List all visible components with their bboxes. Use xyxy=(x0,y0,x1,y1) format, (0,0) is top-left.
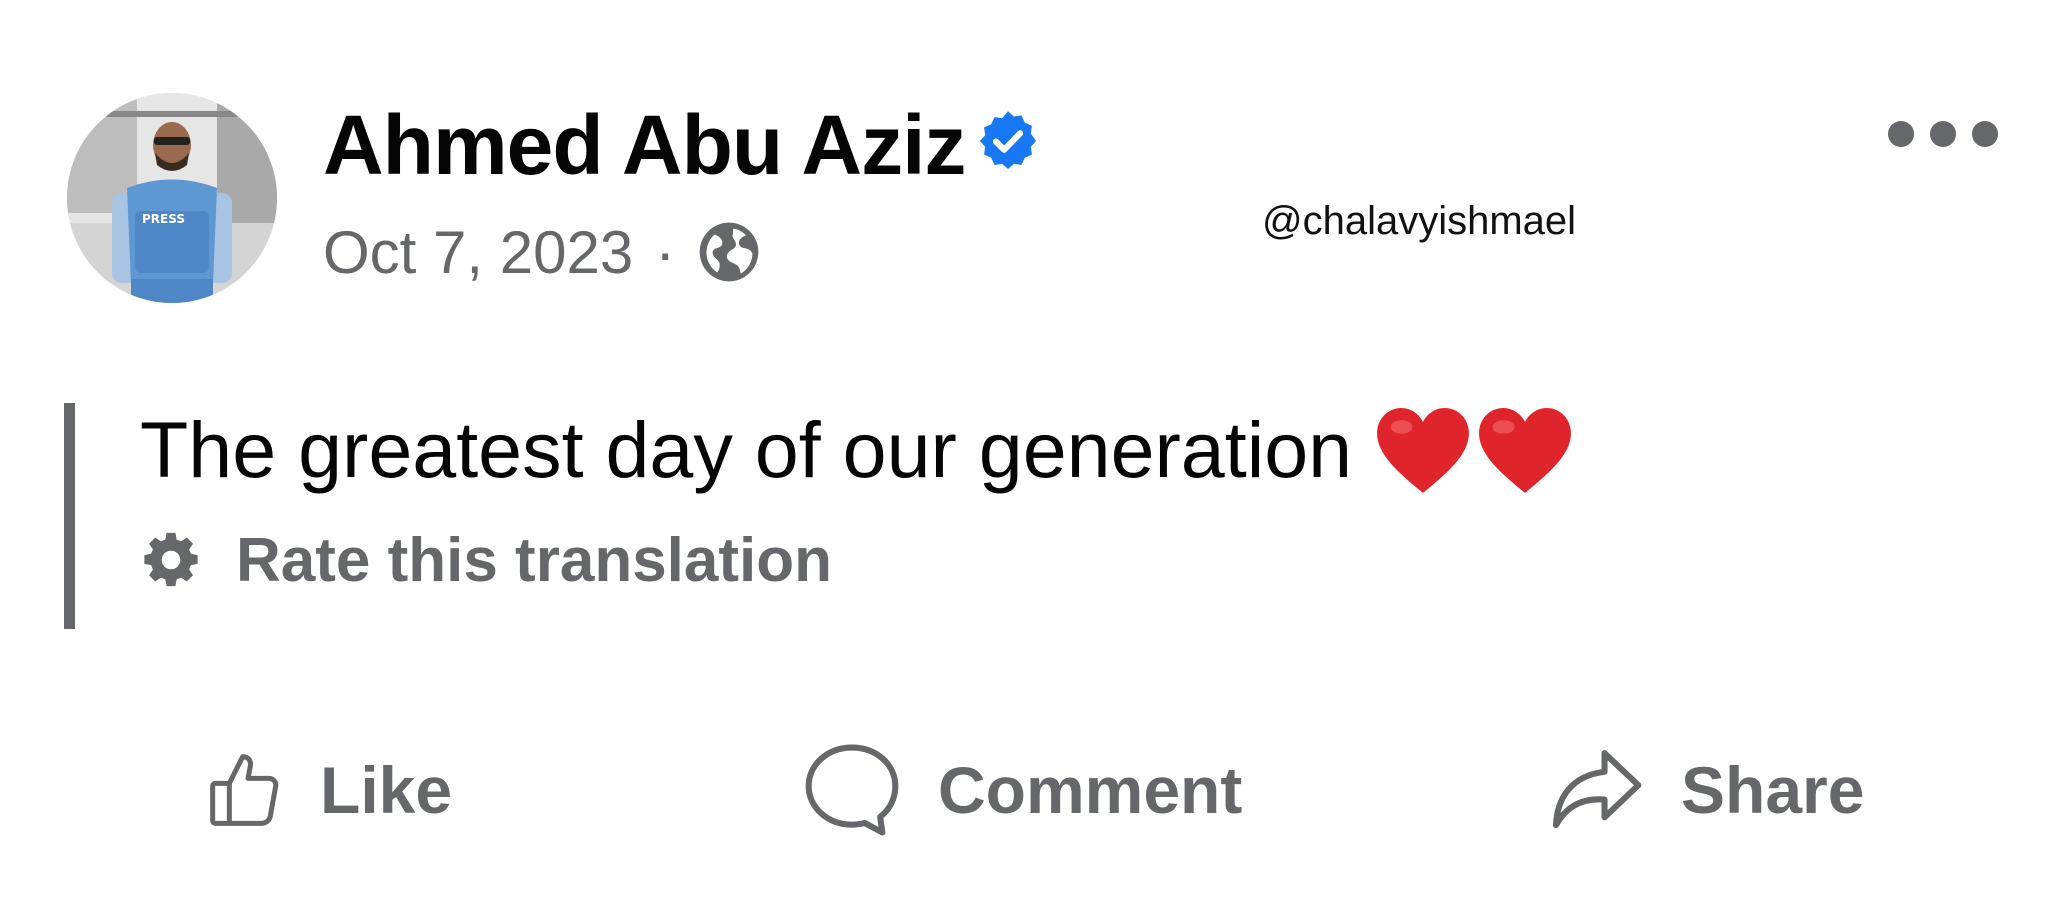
post-card: PRESS Ahmed Abu Aziz Oct 7, 2023 · @chal… xyxy=(0,0,2048,899)
share-button[interactable]: Share xyxy=(1543,735,1864,845)
rate-translation-button[interactable]: Rate this translation xyxy=(140,520,832,600)
post-text: The greatest day of our generation xyxy=(140,405,1353,494)
heart-emoji-group xyxy=(1374,404,1574,496)
rate-translation-label: Rate this translation xyxy=(236,525,832,595)
share-icon xyxy=(1552,750,1642,829)
watermark-handle: @chalavyishmael xyxy=(1262,199,1577,243)
comment-label: Comment xyxy=(938,753,1243,827)
post-date[interactable]: Oct 7, 2023 xyxy=(323,218,633,287)
avatar[interactable]: PRESS xyxy=(67,93,277,303)
heart-icon xyxy=(1479,408,1572,493)
comment-icon xyxy=(805,744,899,836)
more-dot xyxy=(1930,121,1956,147)
more-dot xyxy=(1972,121,1998,147)
comment-button[interactable]: Comment xyxy=(800,735,1242,845)
thumbs-up-icon xyxy=(210,754,279,826)
post-body: The greatest day of our generation xyxy=(140,400,1574,500)
gear-icon xyxy=(144,532,198,587)
verified-badge-icon xyxy=(979,111,1037,170)
avatar-vest-text: PRESS xyxy=(142,212,185,226)
author-name[interactable]: Ahmed Abu Aziz xyxy=(323,95,966,195)
like-button[interactable]: Like xyxy=(206,735,452,845)
post-meta: Oct 7, 2023 · xyxy=(323,214,761,290)
quote-bar xyxy=(64,403,75,629)
meta-separator: · xyxy=(655,218,676,286)
globe-icon xyxy=(699,222,759,282)
more-options-button[interactable] xyxy=(1888,116,1998,152)
more-dot xyxy=(1888,121,1914,147)
share-label: Share xyxy=(1681,753,1865,827)
avatar-photo: PRESS xyxy=(67,93,277,303)
like-label: Like xyxy=(320,753,453,827)
heart-icon xyxy=(1377,408,1470,493)
